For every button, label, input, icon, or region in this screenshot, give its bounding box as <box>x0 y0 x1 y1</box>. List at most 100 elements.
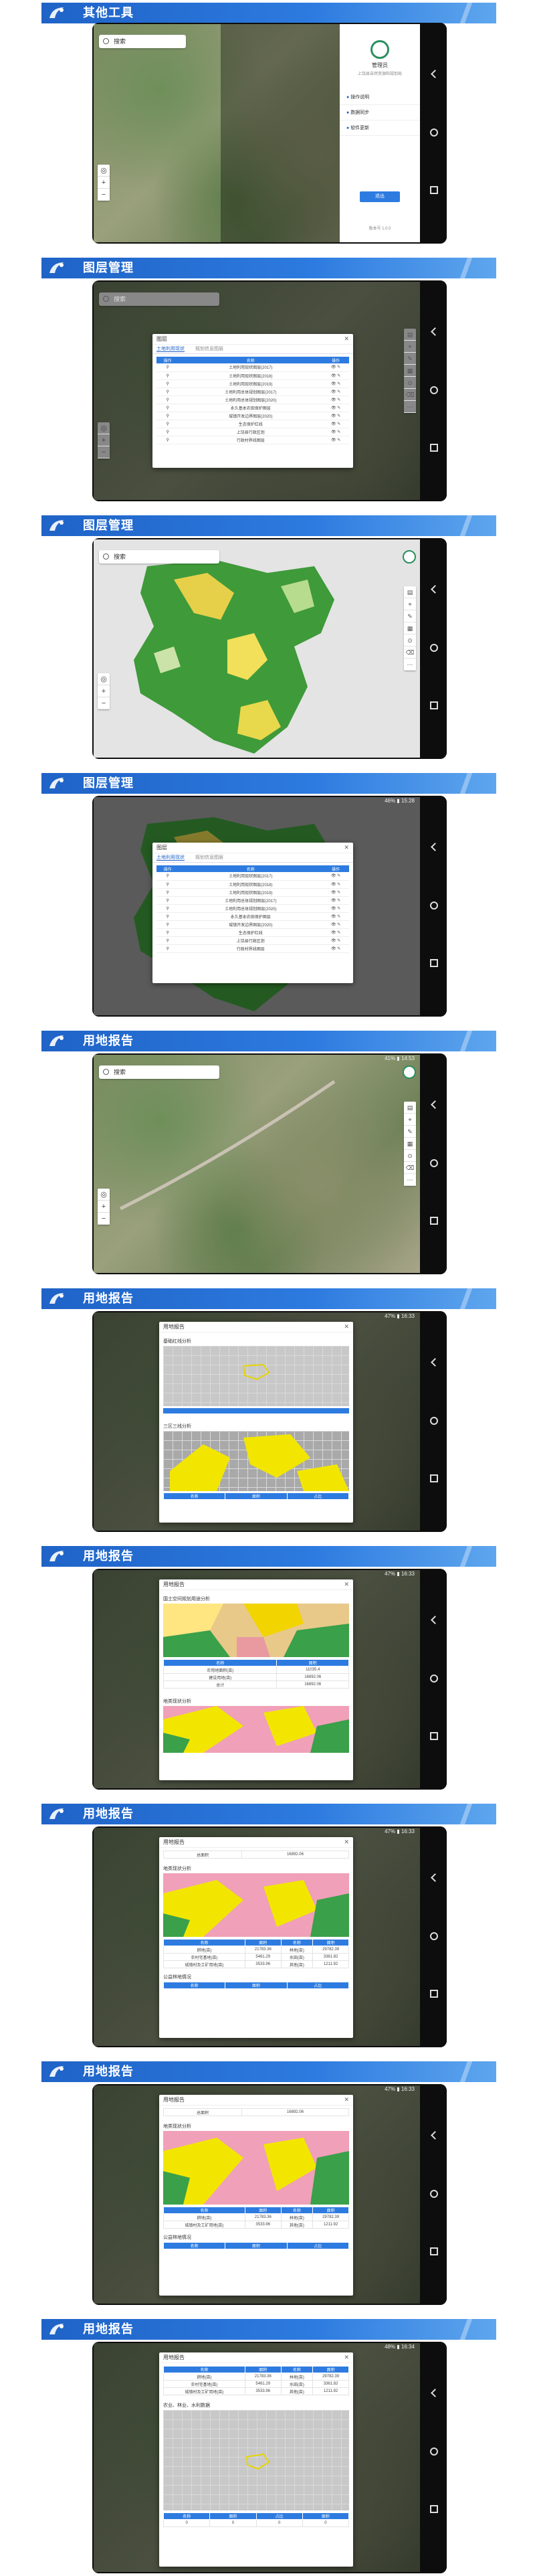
report-icon[interactable]: ▦ <box>404 1138 416 1150</box>
home-icon[interactable] <box>430 2190 438 2198</box>
table-row[interactable]: ⚲ 行政村界线图层 👁 ✎ <box>156 436 349 444</box>
search-input[interactable]: 搜索 <box>99 292 219 306</box>
layer-actions[interactable]: 👁 ✎ <box>322 388 349 396</box>
pin-icon[interactable]: ⚲ <box>156 944 179 953</box>
recent-apps-icon[interactable] <box>430 186 438 194</box>
zoom-out-button[interactable]: − <box>98 189 110 201</box>
back-icon[interactable] <box>431 2131 439 2140</box>
back-icon[interactable] <box>431 327 439 336</box>
logout-button[interactable]: 退出 <box>360 191 400 202</box>
table-row[interactable]: ⚲ 土地利用现状图层(2018) 👁 ✎ <box>156 880 349 889</box>
map-view[interactable]: 48% ▮ 16:34 用地报告 ✕ 名称 面积 名称 面积 耕地(亩) 21783.3… <box>94 2343 420 2572</box>
back-icon[interactable] <box>431 1873 439 1882</box>
draw-icon[interactable]: ✎ <box>404 610 416 622</box>
close-icon[interactable]: ✕ <box>344 1323 349 1330</box>
pin-icon[interactable]: ⚲ <box>156 920 179 929</box>
table-row[interactable]: ⚲ 土地利用总体规划图层(2017) 👁 ✎ <box>156 388 349 396</box>
map-view[interactable]: 41% ▮ 14:53 搜索 ◎ + − ▤ ⌖ ✎ ▦ ⊙ ⌫ ⋯ <box>94 1055 420 1273</box>
home-icon[interactable] <box>430 2448 438 2456</box>
table-row[interactable]: ⚲ 土地利用现状图层(2019) 👁 ✎ <box>156 379 349 388</box>
tab-current-land[interactable]: 土地利用现状 <box>156 855 185 861</box>
back-icon[interactable] <box>431 1100 439 1109</box>
zoom-in-button[interactable]: + <box>98 685 110 697</box>
close-icon[interactable]: ✕ <box>344 844 349 851</box>
clear-icon[interactable]: ⌫ <box>404 389 416 401</box>
back-icon[interactable] <box>431 2389 439 2397</box>
query-icon[interactable]: ⊙ <box>404 377 416 389</box>
map-view[interactable]: 搜索 ◎ + − ▤ ⌖ ✎ ▦ ⊙ ⌫ ⋯ <box>94 539 420 758</box>
layer-actions[interactable]: 👁 ✎ <box>322 936 349 945</box>
layer-actions[interactable]: 👁 ✎ <box>322 420 349 428</box>
layers-icon[interactable]: ▤ <box>404 329 416 341</box>
query-icon[interactable]: ⊙ <box>404 1150 416 1162</box>
back-icon[interactable] <box>431 1358 439 1367</box>
pin-icon[interactable]: ⚲ <box>156 872 179 881</box>
table-row[interactable]: ⚲ 城镇开发边界图层(2020) 👁 ✎ <box>156 412 349 420</box>
more-icon[interactable]: ⋯ <box>404 1174 416 1186</box>
table-row[interactable]: ⚲ 土地利用总体规划图层(2020) 👁 ✎ <box>156 396 349 404</box>
recent-apps-icon[interactable] <box>430 2505 438 2513</box>
table-row[interactable]: ⚲ 生态保护红线 👁 ✎ <box>156 420 349 428</box>
recent-apps-icon[interactable] <box>430 444 438 452</box>
table-row[interactable]: ⚲ 城镇开发边界图层(2020) 👁 ✎ <box>156 920 349 929</box>
measure-icon[interactable]: ⌖ <box>404 1114 416 1126</box>
map-view[interactable]: 搜索 ◎ + − ▤ ⌖ ✎ ▦ ⊙ ⌫ ⋯ 图层 ✕ 土地利用现状 规划信息图层 操作 名称… <box>94 282 420 500</box>
zoom-out-button[interactable]: − <box>98 697 110 709</box>
zoom-in-button[interactable]: + <box>98 434 110 446</box>
table-row[interactable]: ⚲ 土地利用现状图层(2018) 👁 ✎ <box>156 371 349 380</box>
close-icon[interactable]: ✕ <box>344 1581 349 1588</box>
compass-icon[interactable] <box>403 550 416 564</box>
pin-icon[interactable]: ⚲ <box>156 928 179 937</box>
query-icon[interactable]: ⊙ <box>404 634 416 647</box>
layer-actions[interactable]: 👁 ✎ <box>322 896 349 905</box>
pin-icon[interactable]: ⚲ <box>156 396 179 404</box>
back-icon[interactable] <box>431 1616 439 1624</box>
layers-icon[interactable]: ▤ <box>404 586 416 598</box>
search-input[interactable]: 搜索 <box>99 35 186 48</box>
home-icon[interactable] <box>430 1932 438 1940</box>
map-view[interactable]: 搜索 ◎ + − 管理员 上饶县自然资源和规划局 ● 操作说明 ● 数据同步 ●… <box>94 24 420 242</box>
map-view[interactable]: 46% ▮ 15:28 图层 ✕ 土地利用现状 规划信息图层 操作 名称 操作 ⚲ 土… <box>94 797 420 1015</box>
pin-icon[interactable]: ⚲ <box>156 912 179 921</box>
layer-actions[interactable]: 👁 ✎ <box>322 404 349 412</box>
pin-icon[interactable]: ⚲ <box>156 936 179 945</box>
more-icon[interactable]: ⋯ <box>404 659 416 671</box>
report-icon[interactable]: ▦ <box>404 622 416 634</box>
back-icon[interactable] <box>431 843 439 851</box>
drawer-item-help[interactable]: ● 操作说明 <box>340 90 420 105</box>
search-input[interactable]: 搜索 <box>99 550 219 564</box>
recent-apps-icon[interactable] <box>430 1217 438 1225</box>
pin-icon[interactable]: ⚲ <box>156 388 179 396</box>
table-row[interactable]: ⚲ 永久基本农田保护图层 👁 ✎ <box>156 404 349 412</box>
home-icon[interactable] <box>430 128 438 137</box>
table-row[interactable]: ⚲ 生态保护红线 👁 ✎ <box>156 928 349 937</box>
tab-planning[interactable]: 规划信息图层 <box>195 347 223 351</box>
table-row[interactable]: ⚲ 土地利用现状图层(2019) 👁 ✎ <box>156 888 349 897</box>
back-icon[interactable] <box>431 585 439 594</box>
layer-actions[interactable]: 👁 ✎ <box>322 920 349 929</box>
table-row[interactable]: ⚲ 永久基本农田保护图层 👁 ✎ <box>156 912 349 921</box>
close-icon[interactable]: ✕ <box>344 1838 349 1846</box>
recent-apps-icon[interactable] <box>430 959 438 967</box>
home-icon[interactable] <box>430 1159 438 1167</box>
close-icon[interactable]: ✕ <box>344 2354 349 2361</box>
pin-icon[interactable]: ⚲ <box>156 896 179 905</box>
recent-apps-icon[interactable] <box>430 1732 438 1740</box>
layer-actions[interactable]: 👁 ✎ <box>322 944 349 953</box>
map-view[interactable]: 47% ▮ 16:33 用地报告 ✕ 基础红线分析 三区三线分析 名称 面积 占… <box>94 1312 420 1531</box>
pin-icon[interactable]: ⚲ <box>156 428 179 436</box>
zoom-in-button[interactable]: + <box>98 1201 110 1213</box>
table-row[interactable]: ⚲ 土地利用现状图层(2017) 👁 ✎ <box>156 872 349 881</box>
compass-icon[interactable] <box>403 1065 416 1079</box>
pin-icon[interactable]: ⚲ <box>156 880 179 889</box>
draw-icon[interactable]: ✎ <box>404 1126 416 1138</box>
close-icon[interactable]: ✕ <box>344 2096 349 2103</box>
home-icon[interactable] <box>430 386 438 394</box>
layer-actions[interactable]: 👁 ✎ <box>322 888 349 897</box>
zoom-out-button[interactable]: − <box>98 446 110 458</box>
map-view[interactable]: 47% ▮ 16:33 用地报告 ✕ 总面积 16892.06 地类现状分析 名… <box>94 2085 420 2304</box>
tab-planning[interactable]: 规划信息图层 <box>195 855 223 860</box>
layer-actions[interactable]: 👁 ✎ <box>322 412 349 420</box>
layer-actions[interactable]: 👁 ✎ <box>322 904 349 913</box>
locate-icon[interactable]: ◎ <box>98 673 110 685</box>
